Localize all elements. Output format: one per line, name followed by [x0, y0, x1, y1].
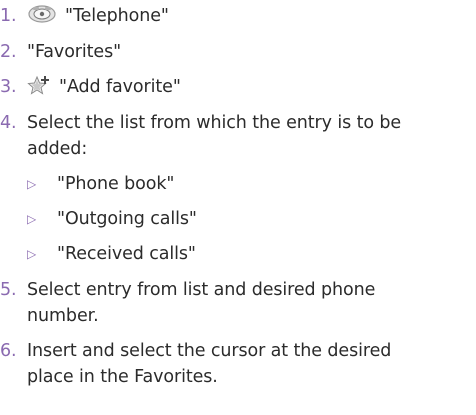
step-text-line-2: number.: [27, 306, 99, 326]
list-item-label: "Received calls": [57, 244, 196, 264]
step-number: 3.: [0, 77, 17, 97]
step-number: 6.: [0, 341, 17, 361]
step-label: "Telephone": [65, 6, 169, 26]
instruction-list: 1. "Telephone" 2. "Favorites" 3. "Add fa…: [0, 0, 476, 415]
step-label: "Favorites": [27, 42, 122, 62]
step-text-line-1: Select entry from list and desired phone: [27, 280, 376, 300]
triangle-bullet-icon: ▷: [27, 177, 37, 191]
list-item-label: "Phone book": [57, 174, 175, 194]
list-item-label: "Outgoing calls": [57, 209, 197, 229]
step-number: 4.: [0, 113, 17, 133]
step-text-line-1: Insert and select the cursor at the desi…: [27, 341, 392, 361]
step-text: "Add favorite": [27, 74, 181, 100]
telephone-icon: [28, 5, 56, 23]
step-text-line-2: place in the Favorites.: [27, 367, 218, 387]
step-text-line-2: added:: [27, 139, 88, 159]
triangle-bullet-icon: ▷: [27, 247, 37, 261]
step-number: 1.: [0, 6, 17, 26]
triangle-bullet-icon: ▷: [27, 212, 37, 226]
step-text: "Telephone": [27, 3, 169, 29]
step-number: 5.: [0, 280, 17, 300]
step-text-line-1: Select the list from which the entry is …: [27, 113, 402, 133]
step-label: "Add favorite": [59, 77, 181, 97]
add-favorite-icon: [27, 75, 49, 95]
step-number: 2.: [0, 42, 17, 62]
